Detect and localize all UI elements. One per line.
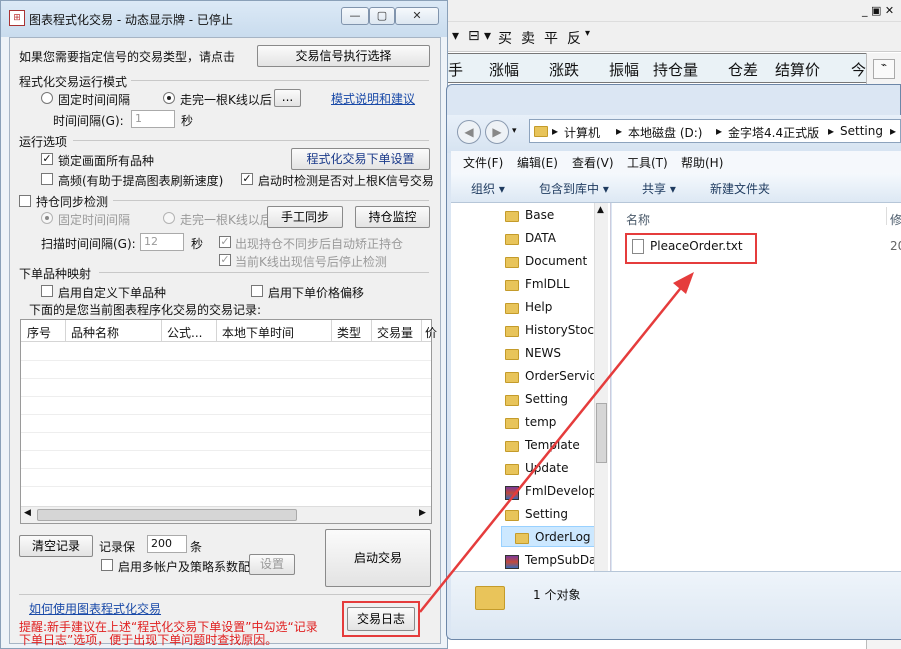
annotation-arrow (419, 272, 694, 613)
